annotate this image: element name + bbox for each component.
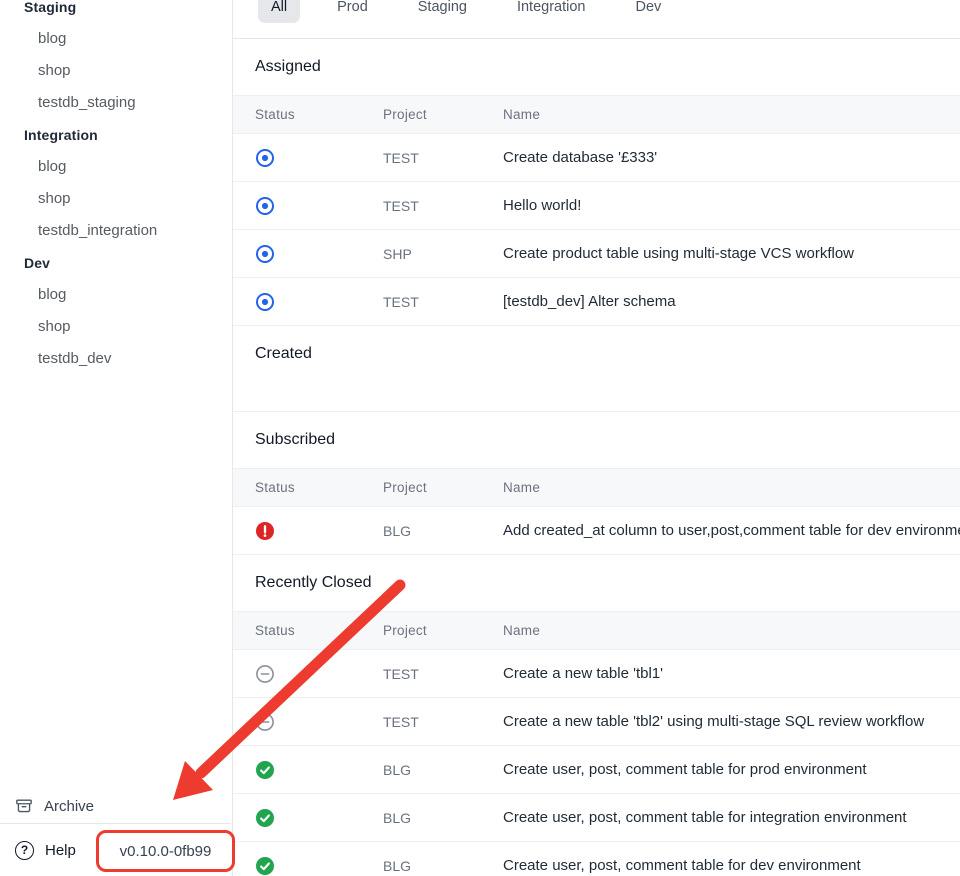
status-cell bbox=[233, 292, 383, 312]
sidebar-item-shop[interactable]: shop bbox=[0, 55, 231, 87]
column-header-name: Name bbox=[503, 480, 960, 495]
exclamation-circle-icon bbox=[255, 521, 383, 541]
issue-name: Add created_at column to user,post,comme… bbox=[503, 522, 960, 539]
sidebar-nav: Stagingblogshoptestdb_stagingIntegration… bbox=[0, 0, 231, 375]
status-cell bbox=[233, 521, 383, 541]
open-issue-icon bbox=[255, 148, 383, 168]
column-header-project: Project bbox=[383, 107, 503, 122]
sidebar-item-testdb_integration[interactable]: testdb_integration bbox=[0, 215, 231, 247]
archive-button[interactable]: Archive bbox=[0, 789, 231, 823]
bytebase-home-screen: Stagingblogshoptestdb_stagingIntegration… bbox=[0, 0, 960, 876]
sidebar: Stagingblogshoptestdb_stagingIntegration… bbox=[0, 0, 233, 876]
status-cell bbox=[233, 148, 383, 168]
issue-row[interactable]: SHPCreate product table using multi-stag… bbox=[233, 230, 960, 278]
tab-prod[interactable]: Prod bbox=[324, 0, 381, 23]
archive-label: Archive bbox=[44, 798, 94, 815]
env-group-label-staging: Staging bbox=[0, 0, 231, 23]
main-panel: AllProdStagingIntegrationDev AssignedSta… bbox=[233, 0, 960, 876]
env-group-label-integration: Integration bbox=[0, 119, 231, 151]
status-cell bbox=[233, 196, 383, 216]
project-cell: BLG bbox=[383, 810, 503, 826]
project-cell: SHP bbox=[383, 246, 503, 262]
tab-staging[interactable]: Staging bbox=[405, 0, 480, 23]
section-title: Created bbox=[233, 326, 960, 382]
status-cell bbox=[233, 808, 383, 828]
annotation-highlight-box: v0.10.0-0fb99 bbox=[96, 830, 235, 872]
sections: AssignedStatusProjectNameTESTCreate data… bbox=[233, 39, 960, 876]
section-title: Recently Closed bbox=[233, 555, 960, 611]
tab-all[interactable]: All bbox=[258, 0, 300, 23]
status-cell bbox=[233, 760, 383, 780]
issue-row[interactable]: TEST[testdb_dev] Alter schema bbox=[233, 278, 960, 326]
issue-row[interactable]: TESTCreate database '£333' bbox=[233, 134, 960, 182]
version-text: v0.10.0-0fb99 bbox=[120, 843, 212, 860]
minus-circle-icon bbox=[255, 712, 383, 732]
column-header-project: Project bbox=[383, 480, 503, 495]
status-cell bbox=[233, 664, 383, 684]
env-group-label-dev: Dev bbox=[0, 247, 231, 279]
project-cell: BLG bbox=[383, 762, 503, 778]
check-circle-icon bbox=[255, 856, 383, 876]
check-circle-icon bbox=[255, 760, 383, 780]
issue-row[interactable]: BLGCreate user, post, comment table for … bbox=[233, 794, 960, 842]
table-header-row: StatusProjectName bbox=[233, 611, 960, 650]
sidebar-item-testdb_dev[interactable]: testdb_dev bbox=[0, 343, 231, 375]
column-header-project: Project bbox=[383, 623, 503, 638]
tab-dev[interactable]: Dev bbox=[622, 0, 674, 23]
open-issue-icon bbox=[255, 244, 383, 264]
issue-name: Create a new table 'tbl1' bbox=[503, 665, 960, 682]
issue-row[interactable]: TESTHello world! bbox=[233, 182, 960, 230]
empty-row bbox=[233, 382, 960, 412]
environment-tabbar: All Prod Staging Integration Dev bbox=[233, 0, 960, 39]
project-cell: TEST bbox=[383, 714, 503, 730]
issue-row[interactable]: BLGCreate user, post, comment table for … bbox=[233, 746, 960, 794]
table-header-row: StatusProjectName bbox=[233, 95, 960, 134]
issue-row[interactable]: TESTCreate a new table 'tbl2' using mult… bbox=[233, 698, 960, 746]
help-label: Help bbox=[45, 842, 76, 859]
issue-row[interactable]: TESTCreate a new table 'tbl1' bbox=[233, 650, 960, 698]
project-cell: BLG bbox=[383, 858, 503, 874]
sidebar-item-testdb_staging[interactable]: testdb_staging bbox=[0, 87, 231, 119]
sidebar-item-shop[interactable]: shop bbox=[0, 311, 231, 343]
project-cell: TEST bbox=[383, 666, 503, 682]
open-issue-icon bbox=[255, 196, 383, 216]
issue-name: Create a new table 'tbl2' using multi-st… bbox=[503, 713, 960, 730]
issue-name: Hello world! bbox=[503, 197, 960, 214]
column-header-status: Status bbox=[233, 623, 383, 638]
sidebar-item-blog[interactable]: blog bbox=[0, 151, 231, 183]
column-header-status: Status bbox=[233, 107, 383, 122]
question-circle-icon: ? bbox=[15, 841, 34, 860]
open-issue-icon bbox=[255, 292, 383, 312]
issue-name: Create user, post, comment table for int… bbox=[503, 809, 960, 826]
sidebar-item-blog[interactable]: blog bbox=[0, 23, 231, 55]
column-header-name: Name bbox=[503, 623, 960, 638]
check-circle-icon bbox=[255, 808, 383, 828]
project-cell: TEST bbox=[383, 294, 503, 310]
status-cell bbox=[233, 244, 383, 264]
project-cell: TEST bbox=[383, 150, 503, 166]
sidebar-item-blog[interactable]: blog bbox=[0, 279, 231, 311]
issue-name: Create database '£333' bbox=[503, 149, 960, 166]
sidebar-item-shop[interactable]: shop bbox=[0, 183, 231, 215]
status-cell bbox=[233, 856, 383, 876]
column-header-name: Name bbox=[503, 107, 960, 122]
project-cell: TEST bbox=[383, 198, 503, 214]
tab-integration[interactable]: Integration bbox=[504, 0, 599, 23]
table-header-row: StatusProjectName bbox=[233, 468, 960, 507]
section-title: Subscribed bbox=[233, 412, 960, 468]
issue-name: Create product table using multi-stage V… bbox=[503, 245, 960, 262]
issue-name: Create user, post, comment table for pro… bbox=[503, 761, 960, 778]
issue-row[interactable]: BLGAdd created_at column to user,post,co… bbox=[233, 507, 960, 555]
status-cell bbox=[233, 712, 383, 732]
issue-name: [testdb_dev] Alter schema bbox=[503, 293, 960, 310]
project-cell: BLG bbox=[383, 523, 503, 539]
section-title: Assigned bbox=[233, 39, 960, 95]
archive-box-icon bbox=[15, 797, 33, 815]
minus-circle-icon bbox=[255, 664, 383, 684]
issue-name: Create user, post, comment table for dev… bbox=[503, 857, 960, 874]
column-header-status: Status bbox=[233, 480, 383, 495]
issue-row[interactable]: BLGCreate user, post, comment table for … bbox=[233, 842, 960, 876]
